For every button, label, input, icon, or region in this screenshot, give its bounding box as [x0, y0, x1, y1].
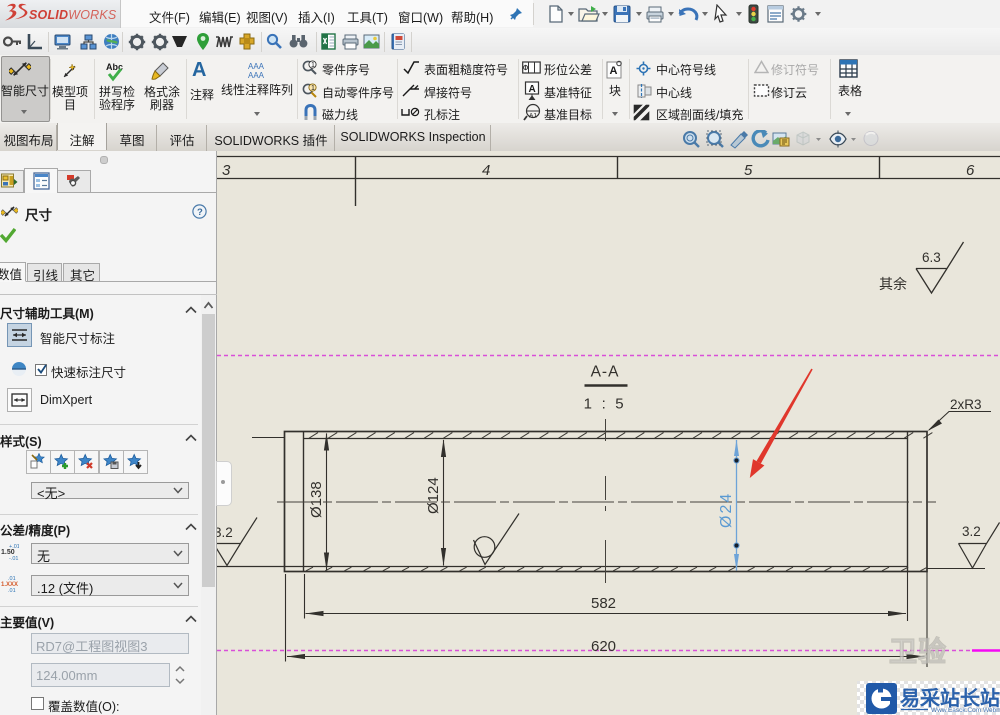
svg-text:.01: .01 [8, 588, 16, 594]
svg-text:5: 5 [744, 162, 753, 179]
svg-text:620: 620 [591, 638, 616, 655]
svg-text:卫验: 卫验 [889, 635, 947, 667]
svg-text:A-A: A-A [591, 364, 620, 381]
svg-text:1.50: 1.50 [1, 549, 15, 556]
svg-text:-.01: -.01 [9, 556, 18, 562]
svg-text:582: 582 [591, 595, 616, 612]
svg-text:3.2: 3.2 [962, 524, 981, 539]
svg-text:Ø124: Ø124 [425, 477, 442, 514]
svg-text:6: 6 [966, 162, 975, 179]
svg-text:Www.Easck.Com Webmaster: Www.Easck.Com Webmaster [931, 707, 1000, 714]
svg-text:Ø24: Ø24 [718, 492, 735, 528]
svg-text:6.3: 6.3 [922, 250, 941, 265]
svg-text:3: 3 [222, 162, 231, 179]
svg-text:?: ? [197, 207, 203, 218]
svg-text:1 : 5: 1 : 5 [584, 396, 627, 413]
svg-text:2xR3: 2xR3 [950, 397, 982, 412]
svg-text:其余: 其余 [879, 276, 907, 292]
svg-text:4: 4 [482, 162, 490, 179]
svg-text:Ø138: Ø138 [308, 481, 325, 518]
